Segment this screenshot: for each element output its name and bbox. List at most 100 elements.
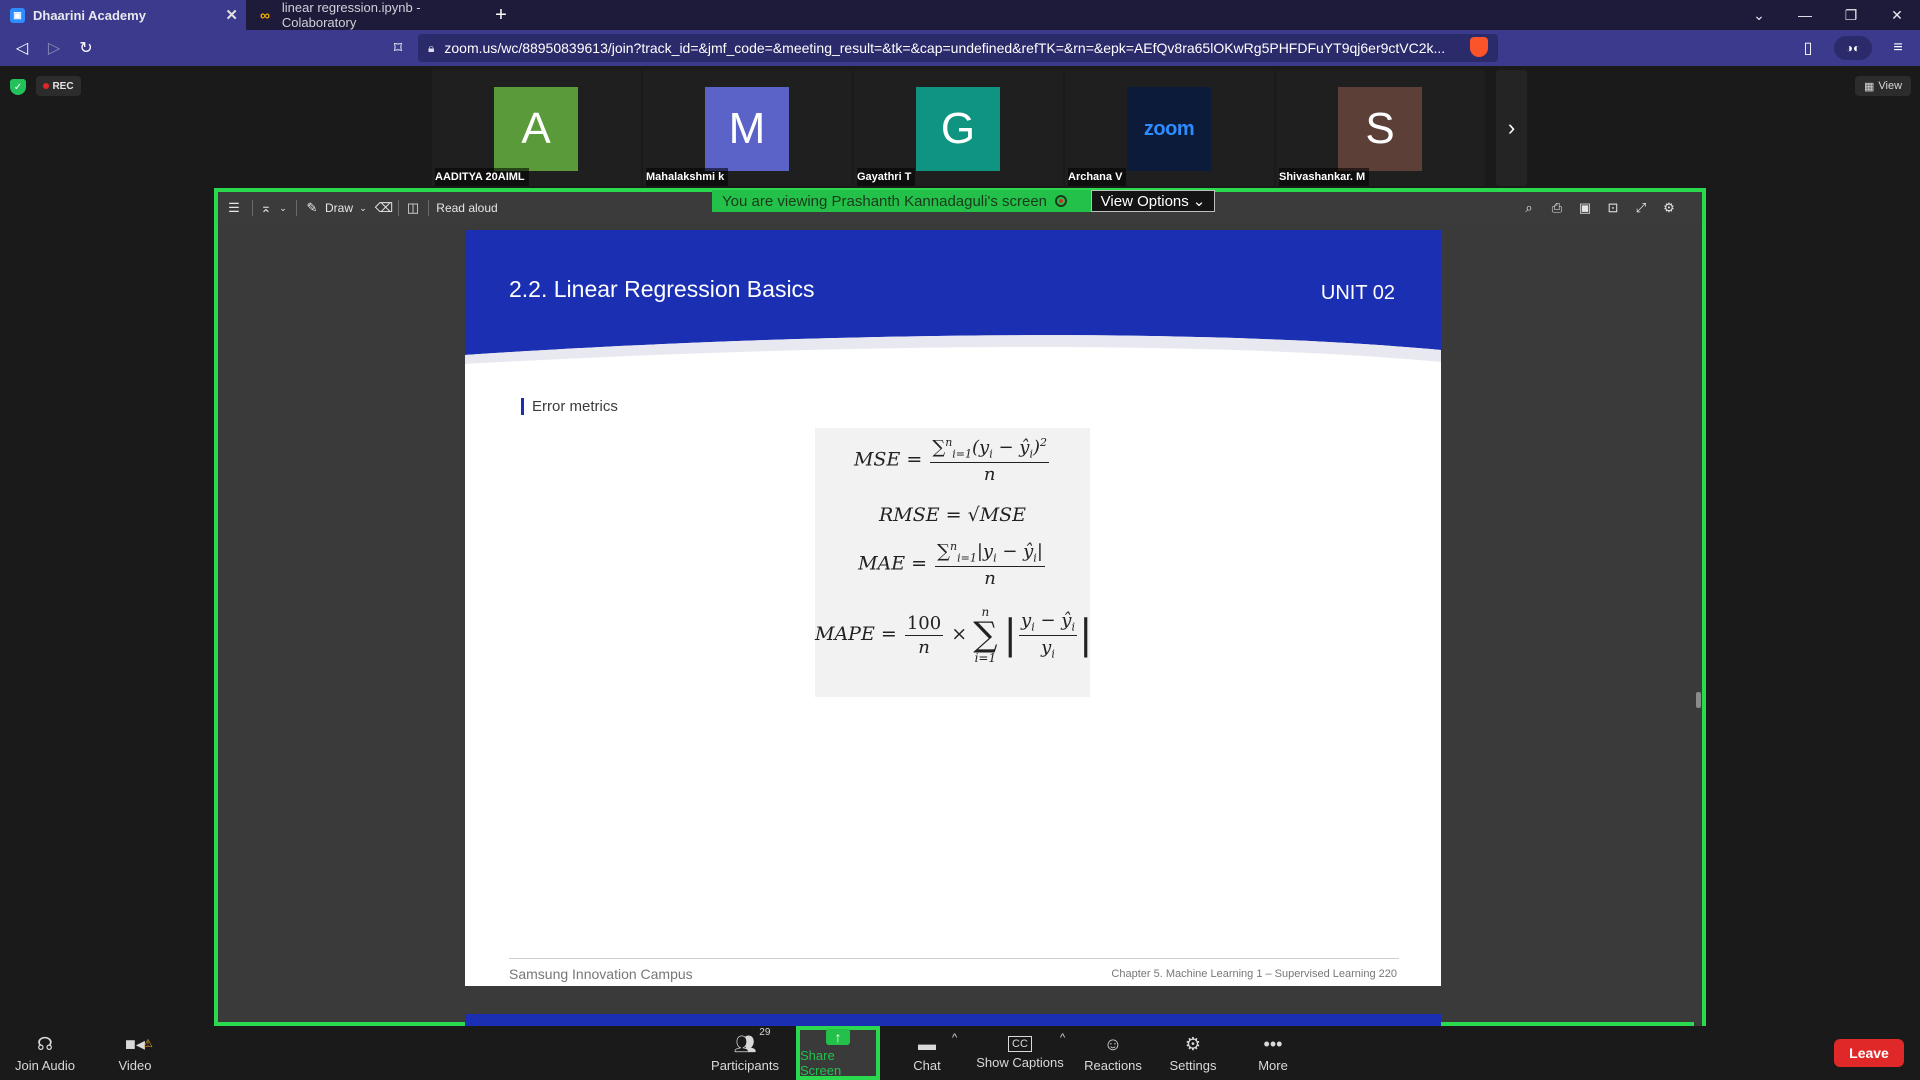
zoom-meeting-area: ✓ REC ▦ View A AADITYA 20AIML M Mahalaksh…: [0, 66, 1920, 1028]
rec-label: REC: [52, 80, 74, 92]
mape-lhs: MAPE =: [815, 623, 897, 645]
chat-button[interactable]: ▬ Chat: [900, 1026, 954, 1080]
settings-button[interactable]: ⚙ Settings: [1164, 1026, 1222, 1080]
cc-icon: CC: [1008, 1036, 1032, 1052]
back-button[interactable]: ◁: [6, 30, 38, 66]
contents-list-icon[interactable]: ☰: [222, 192, 246, 224]
recording-indicator[interactable]: REC: [36, 76, 81, 96]
forward-button[interactable]: ▷: [38, 30, 70, 66]
chevron-down-icon[interactable]: ⌄: [276, 192, 290, 224]
section-label: Error metrics: [521, 398, 618, 415]
sum-symbol: n ∑ i=1: [973, 605, 998, 665]
next-participants-chevron-icon[interactable]: ›: [1496, 70, 1527, 186]
gear-icon[interactable]: ⚙: [1658, 192, 1680, 224]
participant-name: Shivashankar. M: [1279, 168, 1370, 186]
participant-tile[interactable]: G Gayathri T: [854, 70, 1063, 186]
minimize-button[interactable]: —: [1782, 0, 1828, 30]
eraser-icon[interactable]: ⌫: [374, 192, 394, 224]
participant-tile[interactable]: S Shivashankar. M: [1276, 70, 1485, 186]
mse-fraction: ∑ni=1(yi − ŷi)2 n: [930, 436, 1050, 485]
video-camera-icon: ■◂ ⚠: [125, 1033, 153, 1054]
shared-screen: ☰ ⌅ ⌄ ✎ Draw ⌄ ⌫ ◫ Read aloud ⌕ ⎙ ▣ ⊡ ⤢ …: [214, 188, 1706, 1028]
reactions-label: Reactions: [1084, 1058, 1142, 1073]
toolbar-divider: [428, 200, 429, 216]
emoji-icon: ☺: [1103, 1033, 1123, 1054]
save-as-icon[interactable]: ⊡: [1602, 192, 1624, 224]
participants-count: 29: [759, 1027, 771, 1038]
participant-name: AADITYA 20AIML: [435, 168, 529, 186]
share-screen-label: Share Screen: [800, 1047, 842, 1078]
avatar: M: [705, 87, 789, 171]
chevron-down-icon[interactable]: ⌄: [356, 192, 370, 224]
scrollbar[interactable]: [1694, 224, 1702, 1026]
menu-icon[interactable]: ≡: [1882, 30, 1914, 66]
participant-tile[interactable]: zoom Archana V: [1065, 70, 1274, 186]
tab-title: Dhaarini Academy: [33, 7, 146, 23]
toolbar-divider: [398, 200, 399, 216]
viewing-screen-banner: You are viewing Prashanth Kannadaguli's …: [712, 190, 1091, 212]
save-icon[interactable]: ▣: [1574, 192, 1596, 224]
mape-fraction: yi − ŷi yi: [1019, 609, 1077, 661]
tab-dhaarini-academy[interactable]: ▣ Dhaarini Academy ✕: [0, 0, 246, 30]
video-button[interactable]: ■◂ ⚠ Video: [100, 1026, 170, 1080]
view-options-button[interactable]: View Options ⌄: [1091, 190, 1215, 212]
participant-tile[interactable]: M Mahalakshmi k: [643, 70, 852, 186]
scrollbar-thumb[interactable]: [1696, 692, 1701, 708]
show-captions-label: Show Captions: [976, 1055, 1064, 1070]
mse-lhs: MSE =: [853, 448, 923, 471]
tab-search-chevron-icon[interactable]: ⌄: [1736, 0, 1782, 30]
brave-wallet-icon[interactable]: ◑◐: [1834, 36, 1872, 60]
tab-title: linear regression.ipynb - Colaboratory: [281, 0, 421, 30]
leave-button[interactable]: Leave: [1834, 1039, 1904, 1067]
participant-tile[interactable]: A AADITYA 20AIML: [432, 70, 641, 186]
zoom-favicon-icon: ▣: [10, 7, 25, 23]
reactions-button[interactable]: ☺ Reactions: [1080, 1026, 1146, 1080]
chat-icon: ▬: [918, 1033, 936, 1054]
join-audio-label: Join Audio: [15, 1058, 75, 1073]
close-tab-icon[interactable]: ✕: [225, 6, 238, 24]
print-icon[interactable]: ⎙: [1546, 192, 1568, 224]
url-field[interactable]: 🔒︎ zoom.us/wc/88950839613/join?track_id=…: [418, 34, 1498, 62]
tab-colab-notebook[interactable]: ∞ linear regression.ipynb - Colaboratory: [246, 0, 486, 30]
bookmark-icon[interactable]: ⌑: [382, 30, 414, 66]
share-screen-icon: ↑: [826, 1028, 850, 1045]
unit-label: UNIT 02: [1320, 282, 1395, 304]
participants-button[interactable]: 👥︎ 29 Participants: [706, 1026, 784, 1080]
participants-icon: 👥︎ 29: [733, 1027, 771, 1054]
join-audio-button[interactable]: ☊ Join Audio: [10, 1026, 80, 1080]
brave-shields-icon[interactable]: [1470, 37, 1488, 57]
mse-formula: MSE = ∑ni=1(yi − ŷi)2 n: [815, 436, 1090, 485]
rmse-formula: RMSE = √MSE: [878, 504, 1027, 526]
fullscreen-icon[interactable]: ⤢: [1630, 192, 1652, 224]
more-dots-icon: •••: [1263, 1033, 1283, 1054]
restore-button[interactable]: ❐: [1828, 0, 1874, 30]
chevron-up-icon[interactable]: ^: [952, 1032, 957, 1044]
reload-button[interactable]: ↻: [70, 30, 102, 66]
footer-chapter: Chapter 5. Machine Learning 1 – Supervis…: [1111, 968, 1397, 980]
encryption-shield-icon[interactable]: ✓: [10, 79, 26, 95]
participant-name: Mahalakshmi k: [646, 168, 729, 186]
toolbar-divider: [296, 200, 297, 216]
colab-favicon-icon: ∞: [259, 7, 270, 23]
mae-lhs: MAE =: [858, 552, 928, 575]
draw-button[interactable]: Draw: [322, 192, 356, 224]
zoom-logo-avatar: zoom: [1127, 87, 1211, 171]
page-view-icon[interactable]: ◫: [402, 192, 424, 224]
show-captions-button[interactable]: CC Show Captions: [974, 1026, 1066, 1080]
sidebar-toggle-icon[interactable]: ▯: [1792, 30, 1824, 66]
close-window-button[interactable]: ✕: [1874, 0, 1920, 30]
chevron-down-icon: ⌄: [1192, 193, 1206, 210]
share-screen-button[interactable]: ↑ Share Screen: [796, 1026, 880, 1080]
more-button[interactable]: ••• More: [1246, 1026, 1300, 1080]
view-button[interactable]: ▦ View: [1855, 76, 1911, 96]
search-icon[interactable]: ⌕: [1518, 192, 1540, 224]
read-aloud-button[interactable]: Read aloud: [434, 192, 500, 224]
chat-label: Chat: [913, 1058, 941, 1073]
participants-label: Participants: [711, 1058, 779, 1073]
highlight-icon[interactable]: ⌅: [256, 192, 276, 224]
new-tab-button[interactable]: +: [486, 0, 516, 30]
rec-dot-icon: [43, 83, 50, 89]
draw-pen-icon[interactable]: ✎: [302, 192, 322, 224]
avatar: G: [916, 87, 1000, 171]
chevron-up-icon[interactable]: ^: [1060, 1032, 1065, 1044]
